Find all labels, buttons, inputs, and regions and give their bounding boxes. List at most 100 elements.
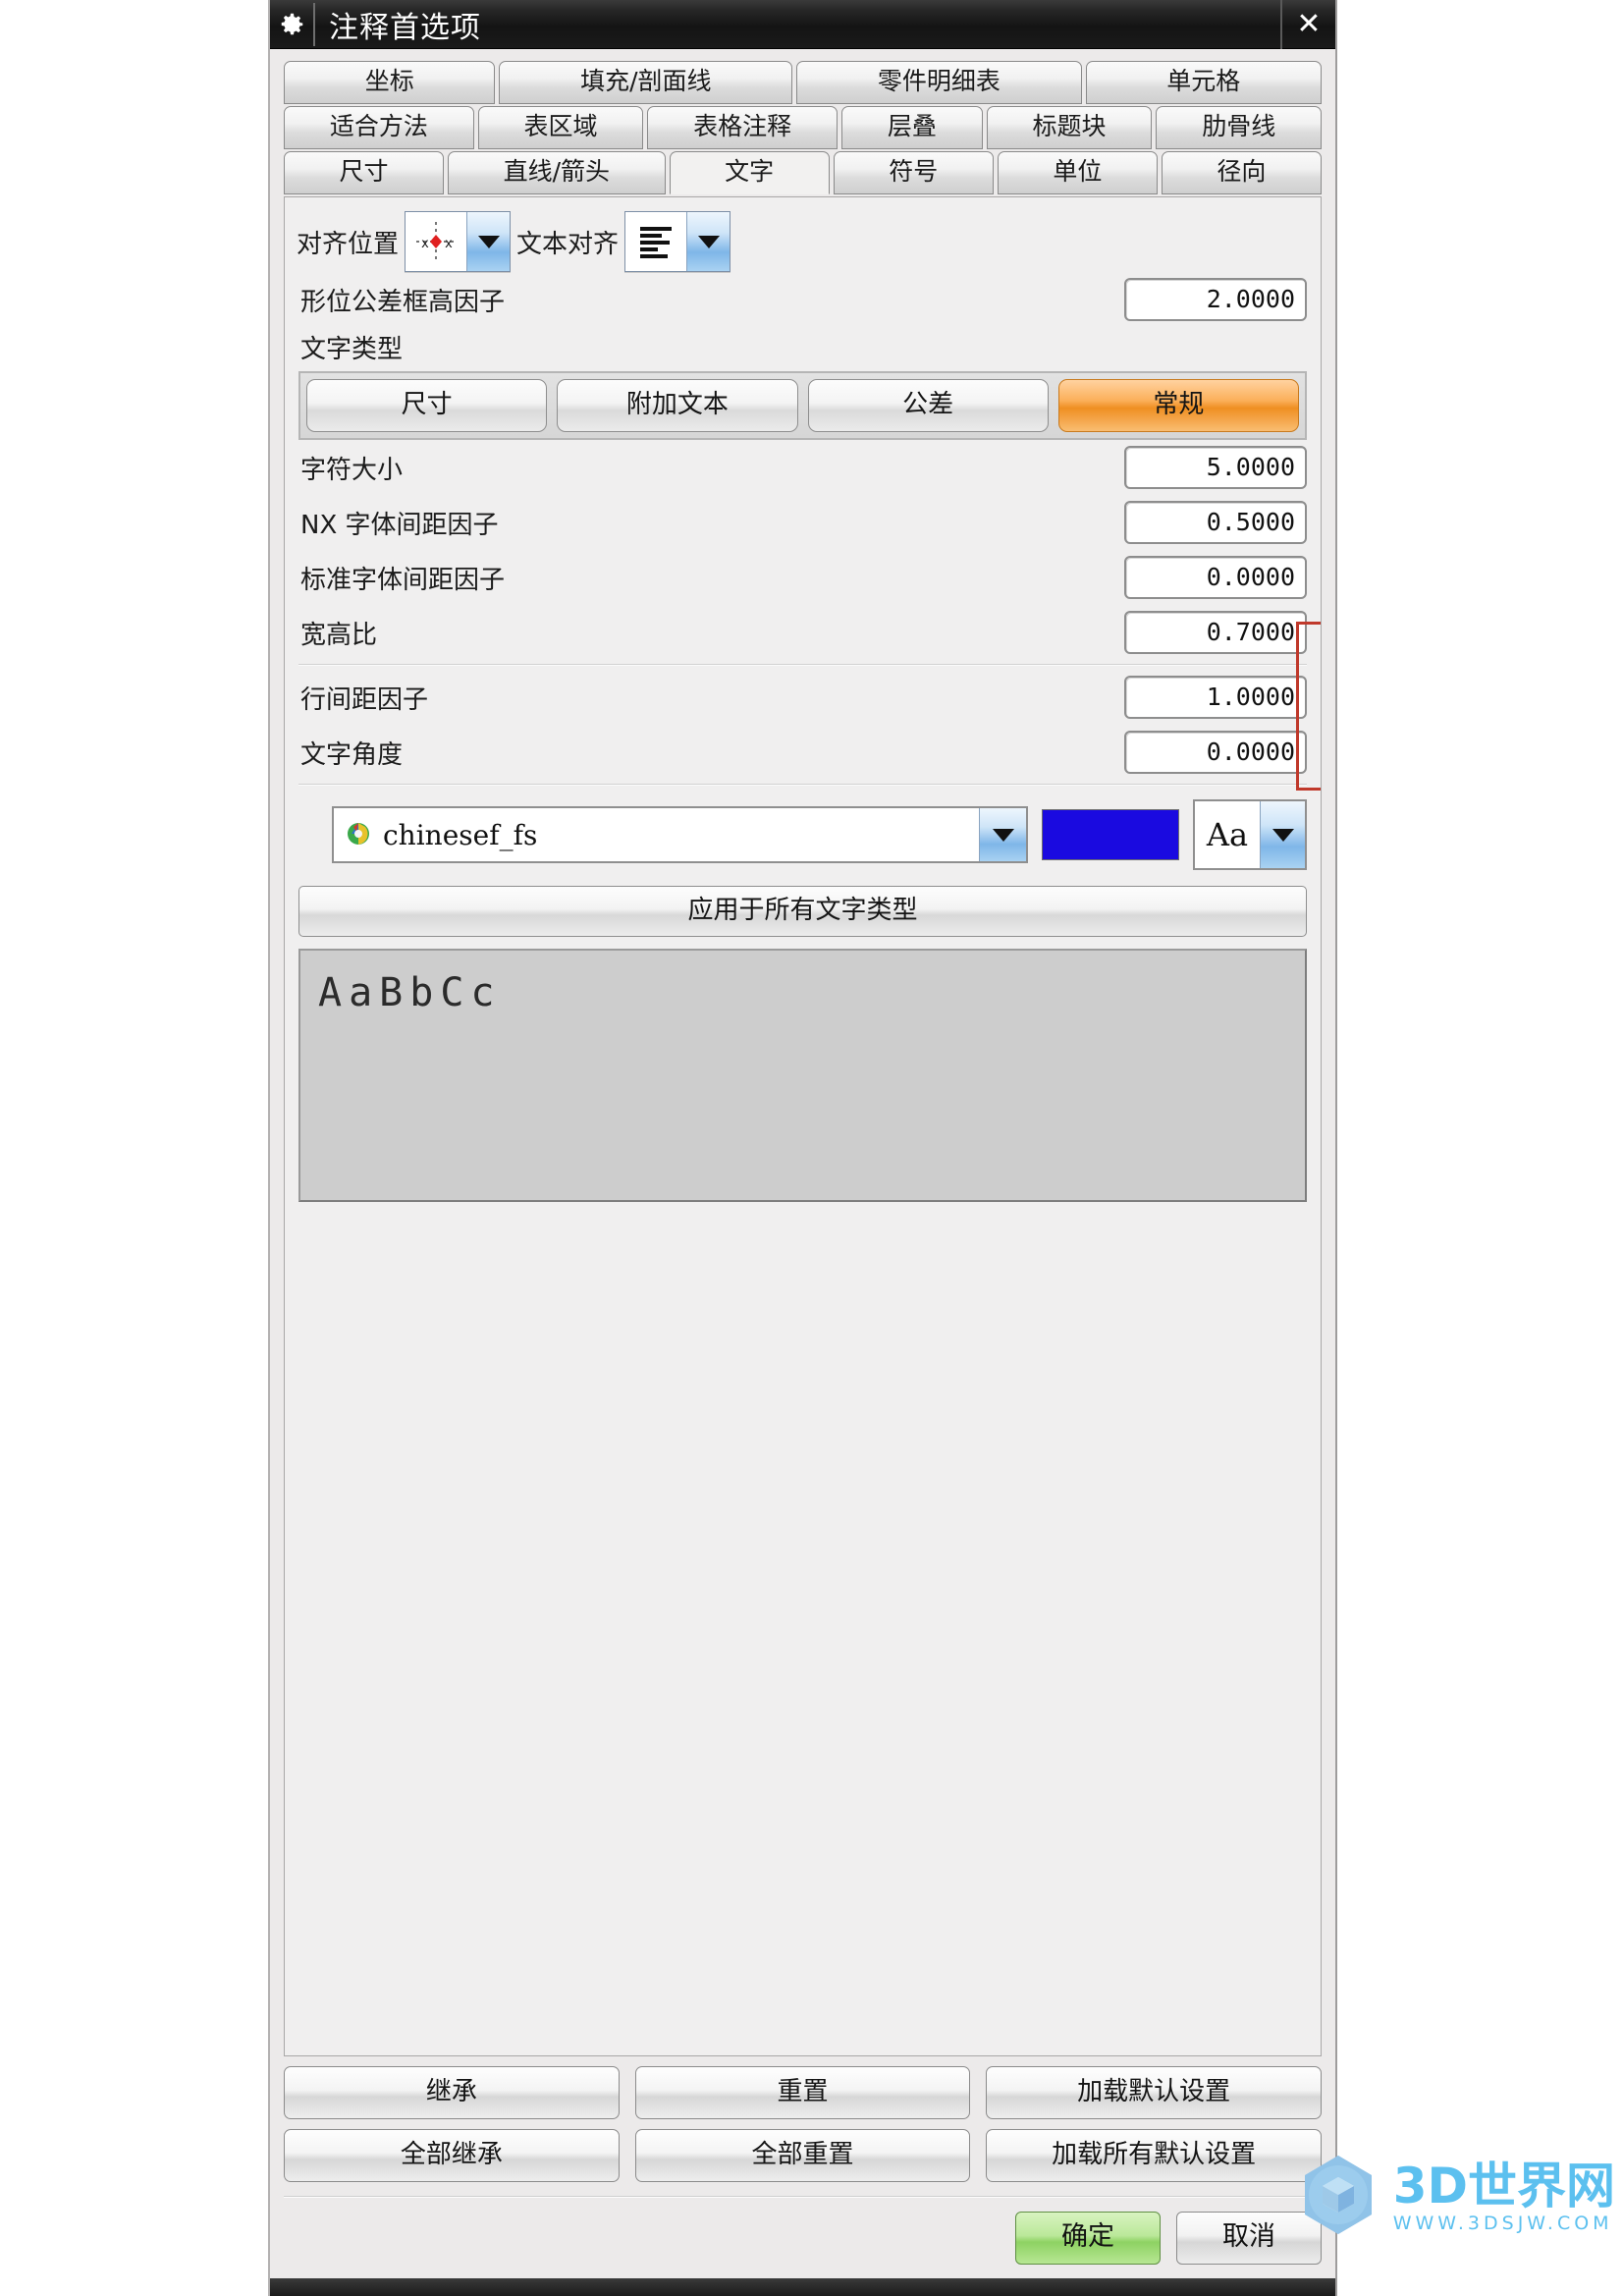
- text-type-label: 文字类型: [300, 335, 404, 364]
- text-tab-panel: 对齐位置 x x 文本对齐 形位公差框高因子 2.0000 文字类型 尺寸 附加…: [284, 196, 1322, 2056]
- action-button-row-1: 继承 重置 加载默认设置: [284, 2066, 1323, 2119]
- tab-row-3: 尺寸 直线/箭头 文字 符号 单位 径向: [284, 151, 1322, 194]
- cancel-button[interactable]: 取消: [1176, 2212, 1322, 2265]
- tab-coordinates[interactable]: 坐标: [284, 61, 496, 104]
- alignment-anchor-icon: x x: [406, 212, 467, 271]
- action-button-row-2: 全部继承 全部重置 加载所有默认设置: [284, 2129, 1323, 2182]
- alignment-row: 对齐位置 x x 文本对齐: [297, 211, 1309, 272]
- font-combo[interactable]: chinesef_fs: [332, 806, 1028, 863]
- annotation-preferences-dialog: 注释首选项 ✕ 坐标 填充/剖面线 零件明细表 单元格 适合方法 表区域 表格注…: [268, 0, 1337, 2296]
- window-title: 注释首选项: [329, 10, 481, 45]
- tab-rib-line[interactable]: 肋骨线: [1156, 106, 1323, 149]
- chevron-down-icon: [697, 235, 720, 248]
- text-case-combo[interactable]: Aa: [1193, 799, 1307, 870]
- reset-button[interactable]: 重置: [634, 2066, 971, 2119]
- tab-text[interactable]: 文字: [669, 151, 830, 194]
- tab-cell[interactable]: 单元格: [1085, 61, 1322, 104]
- tab-strip: 坐标 填充/剖面线 零件明细表 单元格 适合方法 表区域 表格注释 层叠 标题块…: [270, 49, 1335, 196]
- text-type-dimension-button[interactable]: 尺寸: [306, 379, 548, 432]
- tab-dimension[interactable]: 尺寸: [284, 151, 445, 194]
- window-bottom-edge: [270, 2278, 1335, 2296]
- tab-stack[interactable]: 层叠: [841, 106, 983, 149]
- tab-table-note[interactable]: 表格注释: [647, 106, 839, 149]
- gdt-frame-height-factor-input[interactable]: 2.0000: [1124, 278, 1307, 321]
- align-position-label: 对齐位置: [297, 229, 400, 259]
- title-bar: 注释首选项 ✕: [270, 0, 1335, 49]
- text-align-combo[interactable]: [624, 211, 731, 272]
- watermark-main-text: 3D世界网: [1392, 2158, 1615, 2214]
- action-button-area: 继承 重置 加载默认设置 全部继承 全部重置 加载所有默认设置: [270, 2056, 1335, 2192]
- load-all-default-settings-button[interactable]: 加载所有默认设置: [986, 2129, 1323, 2182]
- tab-parts-list[interactable]: 零件明细表: [796, 61, 1082, 104]
- reset-all-button[interactable]: 全部重置: [634, 2129, 971, 2182]
- aspect-ratio-input[interactable]: 0.7000: [1124, 611, 1307, 654]
- text-type-appended-button[interactable]: 附加文本: [557, 379, 798, 432]
- text-align-label: 文本对齐: [516, 229, 620, 259]
- line-spacing-factor-input[interactable]: 1.0000: [1124, 676, 1307, 719]
- text-angle-input[interactable]: 0.0000: [1124, 731, 1307, 774]
- tab-units[interactable]: 单位: [997, 151, 1158, 194]
- dialog-footer: 确定 取消: [270, 2198, 1335, 2278]
- divider-1: [298, 664, 1307, 666]
- tab-symbol[interactable]: 符号: [833, 151, 994, 194]
- inherit-all-button[interactable]: 全部继承: [284, 2129, 620, 2182]
- text-angle-row: 文字角度 0.0000: [297, 725, 1309, 780]
- tab-title-block[interactable]: 标题块: [986, 106, 1153, 149]
- chevron-down-icon: [1271, 828, 1294, 842]
- font-preview-box: AaBbCc: [298, 949, 1307, 1202]
- chevron-down-icon: [477, 235, 500, 248]
- standard-font-gap-factor-row: 标准字体间距因子 0.0000: [297, 550, 1309, 605]
- apply-to-all-text-types-button[interactable]: 应用于所有文字类型: [298, 886, 1307, 937]
- tab-line-arrow[interactable]: 直线/箭头: [448, 151, 666, 194]
- load-default-settings-button[interactable]: 加载默认设置: [986, 2066, 1323, 2119]
- font-name-value: chinesef_fs: [383, 818, 538, 851]
- align-position-dropdown-arrow[interactable]: [466, 212, 511, 271]
- aspect-ratio-label: 宽高比: [300, 620, 378, 650]
- text-case-dropdown-arrow[interactable]: [1260, 801, 1305, 868]
- text-align-dropdown-arrow[interactable]: [686, 212, 730, 271]
- tab-fill-hatch[interactable]: 填充/剖面线: [499, 61, 793, 104]
- title-divider: [313, 2, 315, 46]
- font-file-icon: [344, 818, 373, 852]
- font-combo-face[interactable]: chinesef_fs: [334, 808, 979, 861]
- ok-button[interactable]: 确定: [1015, 2212, 1161, 2265]
- close-icon: ✕: [1296, 8, 1322, 40]
- watermark: 3D世界网 WWW.3DSJW.COM: [1293, 2150, 1615, 2245]
- align-left-icon: [625, 212, 687, 271]
- tab-fit-method[interactable]: 适合方法: [284, 106, 474, 149]
- standard-font-gap-factor-input[interactable]: 0.0000: [1124, 556, 1307, 599]
- screenshot-root: 注释首选项 ✕ 坐标 填充/剖面线 零件明细表 单元格 适合方法 表区域 表格注…: [0, 0, 1623, 2296]
- tab-table-area[interactable]: 表区域: [477, 106, 644, 149]
- nx-font-gap-factor-label: NX 字体间距因子: [300, 510, 499, 540]
- gdt-frame-height-factor-label: 形位公差框高因子: [300, 287, 506, 317]
- align-position-combo[interactable]: x x: [405, 211, 512, 272]
- line-spacing-factor-row: 行间距因子 1.0000: [297, 670, 1309, 725]
- text-color-swatch[interactable]: [1042, 809, 1179, 860]
- tab-row-2: 适合方法 表区域 表格注释 层叠 标题块 肋骨线: [284, 106, 1323, 149]
- inherit-button[interactable]: 继承: [284, 2066, 620, 2119]
- svg-text:x: x: [445, 237, 453, 251]
- aspect-ratio-row: 宽高比 0.7000: [297, 605, 1309, 660]
- tab-radial[interactable]: 径向: [1161, 151, 1322, 194]
- gdt-frame-height-factor-row: 形位公差框高因子 2.0000: [297, 272, 1309, 327]
- tab-row-1: 坐标 填充/剖面线 零件明细表 单元格: [284, 61, 1322, 104]
- font-dropdown-arrow[interactable]: [979, 808, 1026, 861]
- font-preview-text: AaBbCc: [318, 970, 502, 1015]
- text-type-tolerance-button[interactable]: 公差: [807, 379, 1049, 432]
- character-size-input[interactable]: 5.0000: [1124, 446, 1307, 489]
- close-button[interactable]: ✕: [1280, 0, 1335, 49]
- text-type-general-button[interactable]: 常规: [1057, 379, 1299, 432]
- nx-font-gap-factor-input[interactable]: 0.5000: [1124, 501, 1307, 544]
- text-type-button-group: 尺寸 附加文本 公差 常规: [298, 371, 1307, 440]
- text-case-value: Aa: [1195, 801, 1260, 868]
- standard-font-gap-factor-label: 标准字体间距因子: [300, 565, 506, 595]
- character-size-row: 字符大小 5.0000: [297, 440, 1309, 495]
- character-size-label: 字符大小: [300, 455, 404, 485]
- watermark-sub-text: WWW.3DSJW.COM: [1392, 2213, 1613, 2234]
- gear-icon: [270, 0, 313, 48]
- divider-2: [298, 784, 1307, 786]
- text-angle-label: 文字角度: [300, 739, 404, 770]
- line-spacing-factor-label: 行间距因子: [300, 684, 429, 715]
- font-selection-row: chinesef_fs Aa: [297, 790, 1309, 870]
- watermark-text: 3D世界网 WWW.3DSJW.COM: [1393, 2161, 1615, 2233]
